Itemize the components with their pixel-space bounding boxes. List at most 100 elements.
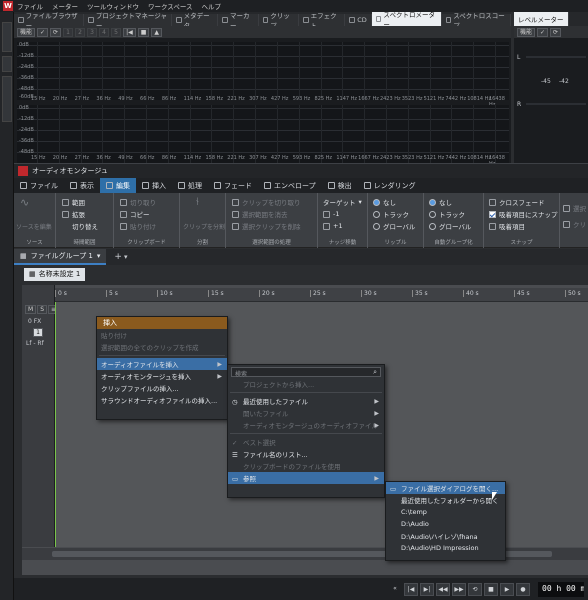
- skip-start-icon[interactable]: |◀: [123, 27, 136, 37]
- dock-tab-1[interactable]: [2, 22, 12, 52]
- tab-cd[interactable]: CD: [345, 14, 372, 26]
- menu-open-files[interactable]: 開いたファイル ▶: [228, 407, 384, 419]
- erase-selection-button[interactable]: 選択範囲を消去: [232, 209, 288, 219]
- track-number[interactable]: 1: [33, 328, 43, 337]
- button-5-icon[interactable]: 5: [111, 27, 122, 37]
- extend-button[interactable]: 拡張: [62, 209, 85, 219]
- cut-clip-button[interactable]: クリップを切り取り: [232, 197, 301, 207]
- menu-folder-hd-impression[interactable]: D:\Audio\HD Impression: [386, 542, 505, 554]
- menu-insert-surround[interactable]: サラウンドオーディオファイルの挿入...: [97, 394, 227, 406]
- fast-forward-button[interactable]: ▶▶: [452, 582, 466, 596]
- tab-view[interactable]: 表示: [64, 178, 100, 193]
- check-icon[interactable]: ✓: [37, 27, 49, 37]
- menu-recent-folders[interactable]: 最近使用したフォルダーから開く: [386, 494, 505, 506]
- tab-edit[interactable]: 編集: [100, 178, 136, 193]
- tab-process[interactable]: 処理: [172, 178, 208, 193]
- go-to-start-button[interactable]: |◀: [404, 582, 418, 596]
- menu-open-file-dialog[interactable]: ▭ ファイル選択ダイアログを開く...: [386, 482, 505, 494]
- menu-folder-fhana[interactable]: D:\Audio\ハイレゾ\fhana: [386, 530, 505, 542]
- ripple-track-radio[interactable]: トラック: [373, 209, 409, 219]
- chevron-down-icon[interactable]: ▾: [124, 253, 128, 261]
- tab-clip[interactable]: クリップ: [258, 12, 299, 30]
- menu-best-selection[interactable]: ✓ ベスト選択: [228, 436, 384, 448]
- time-ruler[interactable]: 0 s 5 s 10 s 15 s 20 s 25 s 30 s 35 s 40 s 45 s 50…: [55, 288, 588, 302]
- menu-recent-files[interactable]: ◷ 最近使用したファイル ▶: [228, 395, 384, 407]
- check-icon[interactable]: ✓: [537, 27, 549, 37]
- menu-create-all-clips[interactable]: 選択範囲の全てのクリップを作成: [97, 341, 227, 353]
- tab-envelope[interactable]: エンベロープ: [258, 178, 322, 193]
- autogroup-global-radio[interactable]: グローバル: [429, 221, 471, 231]
- tab-detect[interactable]: 検出: [322, 178, 358, 193]
- autogroup-track-radio[interactable]: トラック: [429, 209, 465, 219]
- function-menu-button[interactable]: 機能: [17, 27, 36, 37]
- menu-montage-audio-files[interactable]: オーディオモンタージュのオーディオファイル ▶: [228, 419, 384, 431]
- play-button[interactable]: ▶: [500, 582, 514, 596]
- range-button[interactable]: 範囲: [62, 197, 85, 207]
- dock-tab-3[interactable]: [2, 76, 12, 122]
- track-solo-button[interactable]: S: [37, 305, 47, 314]
- copy-button[interactable]: コピー: [120, 209, 150, 219]
- menu-insert-from-project[interactable]: プロジェクトから挿入...: [228, 378, 384, 390]
- tab-fade[interactable]: フェード: [208, 178, 258, 193]
- stop-button[interactable]: ■: [484, 582, 498, 596]
- button-4-icon[interactable]: 4: [99, 27, 110, 37]
- button-1-icon[interactable]: 1: [63, 27, 74, 37]
- tab-spectrometer[interactable]: スペクトロメーター: [371, 11, 442, 29]
- menu-insert-clip-file[interactable]: クリップファイルの挿入...: [97, 382, 227, 394]
- menu-search-input[interactable]: 検索 ⌕: [231, 367, 381, 378]
- tab-file-browser[interactable]: ファイルブラウザー: [14, 12, 85, 30]
- button-2-icon[interactable]: 2: [75, 27, 86, 37]
- delete-clips-button[interactable]: 選択クリップを削除: [232, 221, 301, 231]
- cut-button[interactable]: 切り取り: [120, 197, 156, 207]
- paste-button[interactable]: 貼り付け: [120, 221, 156, 231]
- crossfade-button[interactable]: クロスフェード: [489, 197, 545, 207]
- tab-marker[interactable]: マーカー: [218, 12, 259, 30]
- nudge-minus-button[interactable]: -1: [323, 209, 339, 219]
- tab-insert[interactable]: 挿入: [136, 178, 172, 193]
- edit-source-button[interactable]: ソースを編集: [16, 221, 52, 231]
- add-file-group-button[interactable]: +: [114, 252, 122, 262]
- tab-effect[interactable]: エフェクト: [298, 12, 346, 30]
- toggle-button[interactable]: 切り替え: [72, 221, 98, 231]
- menu-file-name-list[interactable]: ☰ ファイル名のリスト...: [228, 448, 384, 460]
- menu-use-clipboard-file[interactable]: クリップボードのファイルを使用: [228, 460, 384, 472]
- track-fx-count[interactable]: 0 FX: [28, 318, 41, 325]
- track-mute-button[interactable]: M: [25, 305, 37, 314]
- record-button[interactable]: ●: [516, 582, 530, 596]
- tab-project-manager[interactable]: プロジェクトマネージャー: [84, 12, 172, 30]
- camera-icon[interactable]: ■: [137, 27, 150, 37]
- time-display[interactable]: 00 h 00 mn: [538, 581, 584, 597]
- target-dropdown[interactable]: ターゲット ▾: [323, 197, 362, 207]
- menu-paste[interactable]: 貼り付け: [97, 329, 227, 341]
- dock-tab-2[interactable]: [2, 56, 12, 72]
- tab-metadata[interactable]: メタデータ: [172, 12, 219, 30]
- menu-folder-temp[interactable]: C:\temp: [386, 506, 505, 518]
- menu-browse[interactable]: ▭ 参照 ▶: [228, 472, 384, 484]
- nudge-plus-button[interactable]: +1: [323, 221, 343, 231]
- menu-folder-audio[interactable]: D:\Audio: [386, 518, 505, 530]
- rewind-button[interactable]: ◀◀: [436, 582, 450, 596]
- refresh-icon[interactable]: ⟳: [550, 27, 562, 37]
- autogroup-none-radio[interactable]: なし: [429, 197, 452, 207]
- ripple-global-radio[interactable]: グローバル: [373, 221, 415, 231]
- magnet-button[interactable]: 吸着項目: [489, 221, 525, 231]
- tab-file[interactable]: ファイル: [14, 178, 64, 193]
- ripple-none-radio[interactable]: なし: [373, 197, 396, 207]
- transport-collapse-button[interactable]: «: [388, 583, 402, 596]
- tab-file-group-1[interactable]: ▦ ファイルグループ 1 ▾: [14, 249, 107, 265]
- menu-insert-audio-file[interactable]: オーディオファイルを挿入 ▶: [97, 358, 227, 370]
- loop-button[interactable]: ⟲: [468, 582, 482, 596]
- tab-render[interactable]: レンダリング: [358, 178, 422, 193]
- level-function-button[interactable]: 機能: [517, 27, 536, 37]
- go-to-end-button[interactable]: ▶|: [420, 582, 434, 596]
- tab-spectroscope[interactable]: スペクトロスコープ: [441, 12, 512, 30]
- menu-insert-audio-montage[interactable]: オーディオモンタージュを挿入 ▶: [97, 370, 227, 382]
- button-3-icon[interactable]: 3: [87, 27, 98, 37]
- extra-select[interactable]: 選択: [563, 203, 586, 213]
- tab-level-meter[interactable]: レベルメーター: [514, 12, 569, 26]
- refresh-icon[interactable]: ⟳: [50, 27, 62, 37]
- track-routing[interactable]: Lf - Rf: [26, 340, 44, 347]
- extra-clip[interactable]: クリ: [563, 219, 586, 229]
- image-icon[interactable]: ▲: [151, 27, 163, 37]
- snap-checkbox[interactable]: 吸着項目にスナップ: [489, 209, 558, 219]
